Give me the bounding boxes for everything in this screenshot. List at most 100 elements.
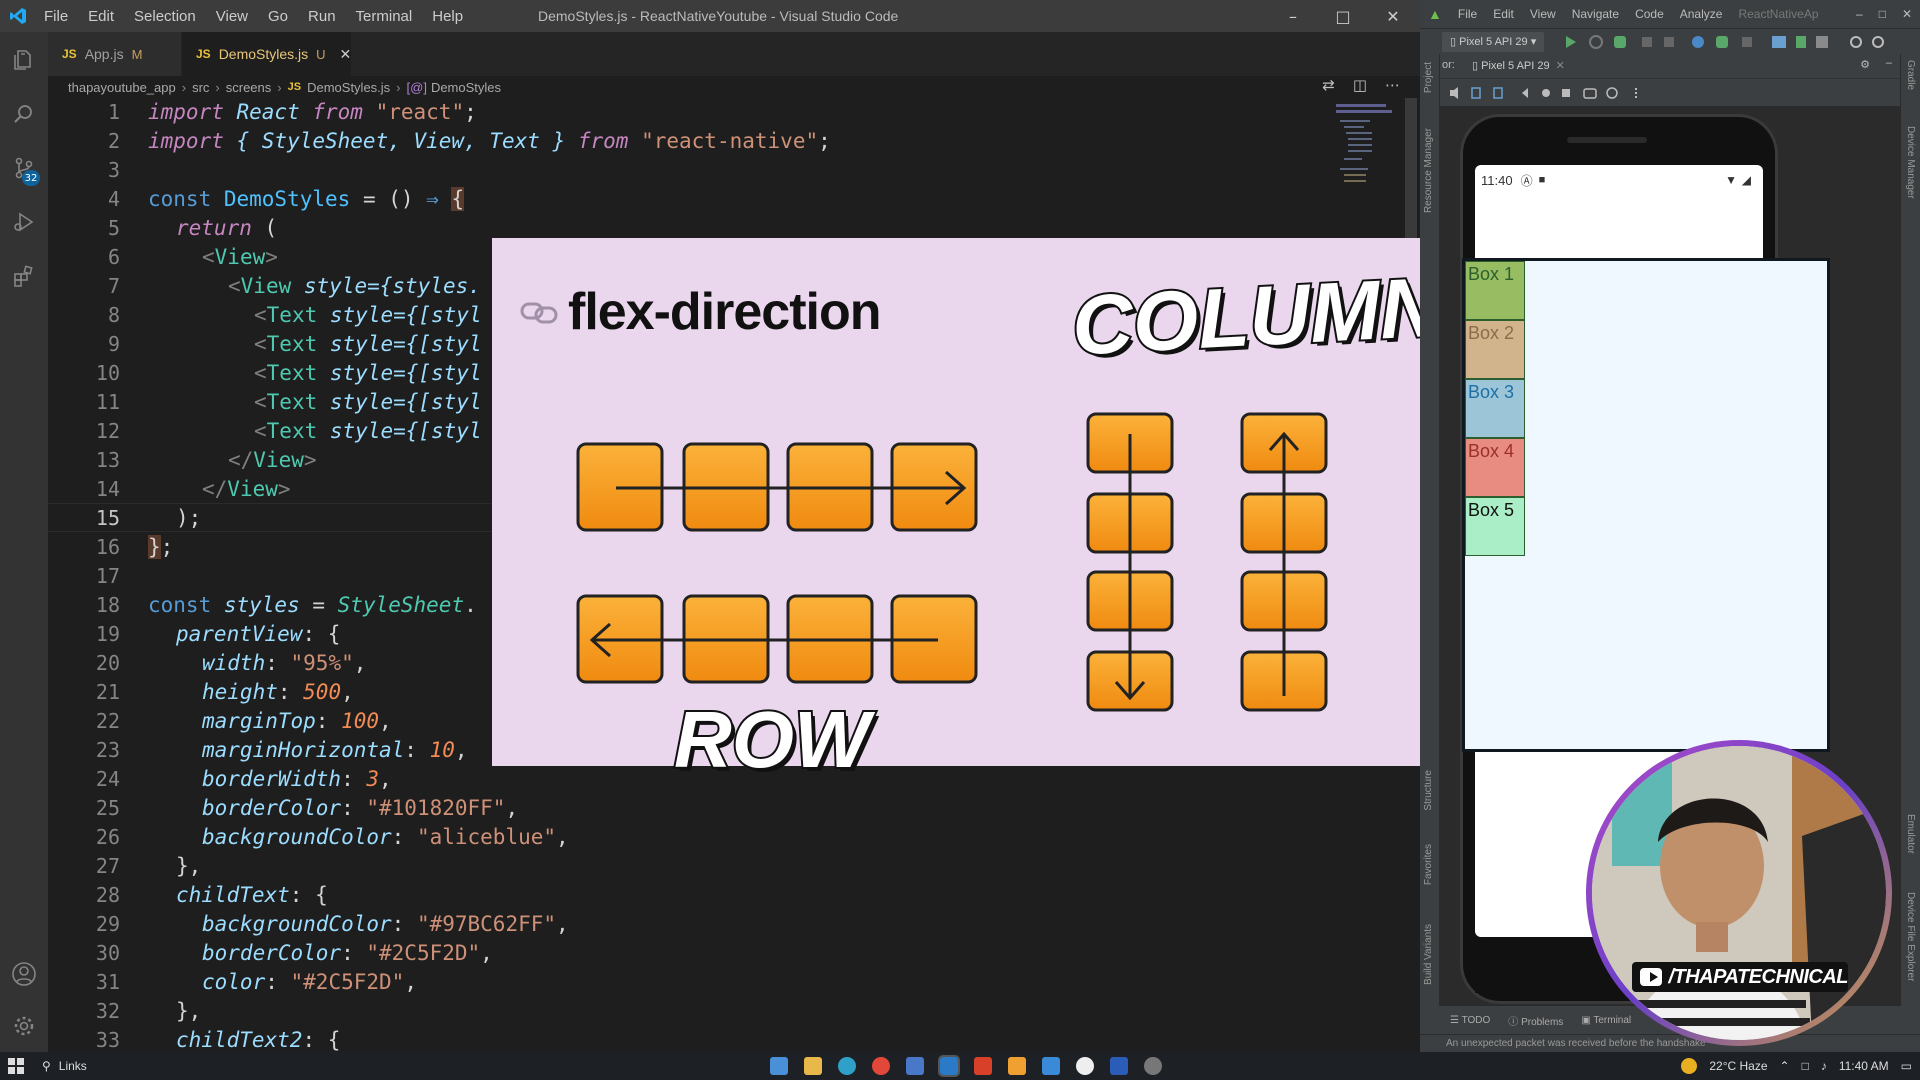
menu-view[interactable]: View xyxy=(206,8,258,25)
menu-edit[interactable]: Edit xyxy=(78,8,124,25)
explorer-icon[interactable] xyxy=(0,36,48,84)
menu-help[interactable]: Help xyxy=(422,8,473,25)
taskbar-search[interactable]: ⚲ Links xyxy=(42,1059,87,1073)
close-tab-icon[interactable]: ✕ xyxy=(340,46,352,63)
breadcrumb-item[interactable]: DemoStyles xyxy=(431,80,501,95)
code-token: style xyxy=(291,274,368,298)
notification-center-icon[interactable]: ▭ xyxy=(1901,1059,1912,1073)
run-debug-icon[interactable] xyxy=(0,198,48,246)
breadcrumb-item[interactable]: src xyxy=(192,80,209,95)
code-token: style xyxy=(317,303,394,327)
window-title: DemoStyles.js - ReactNativeYoutube - Vis… xyxy=(538,8,899,24)
studio-menu-file[interactable]: File xyxy=(1450,7,1485,21)
code-token: backgroundColor xyxy=(202,825,392,849)
editor-scrollbar[interactable] xyxy=(1405,98,1417,248)
child-box-label: Box 4 xyxy=(1468,441,1515,461)
menu-selection[interactable]: Selection xyxy=(124,8,206,25)
taskbar-clock[interactable]: 11:40 AM xyxy=(1839,1059,1889,1073)
mail-app-icon[interactable] xyxy=(770,1057,788,1075)
chevron-up-icon[interactable]: ⌃ xyxy=(1780,1059,1790,1073)
file-explorer-icon[interactable] xyxy=(804,1057,822,1075)
source-control-icon[interactable]: 32 xyxy=(0,144,48,192)
emulator-controls[interactable] xyxy=(1448,85,1688,101)
child-box-3: Box 3 xyxy=(1465,379,1525,438)
tab-app-js[interactable]: JS App.js M xyxy=(48,32,182,76)
code-token: DemoStyles xyxy=(223,187,351,211)
menu-terminal[interactable]: Terminal xyxy=(346,8,423,25)
taskbar-apps xyxy=(770,1052,1162,1080)
editor-tabs: JS App.js M JS DemoStyles.js U ✕ ⇄ ◫ ⋯ xyxy=(48,32,1420,94)
resource-manager-tab[interactable]: Resource Manager xyxy=(1423,128,1434,213)
device-manager-tab[interactable]: Device Manager xyxy=(1905,126,1916,199)
device-selector[interactable]: ▯ Pixel 5 API 29 ▾ xyxy=(1442,32,1545,52)
child-box-label: Box 3 xyxy=(1468,382,1515,402)
line-number: 9 xyxy=(107,332,120,356)
menu-run[interactable]: Run xyxy=(298,8,346,25)
studio-menu-edit[interactable]: Edit xyxy=(1485,7,1522,21)
obs-app-icon[interactable] xyxy=(1076,1057,1094,1075)
volume-icon[interactable]: ♪ xyxy=(1821,1059,1827,1073)
studio-menu-analyze[interactable]: Analyze xyxy=(1672,7,1731,21)
close-icon[interactable]: ✕ xyxy=(1894,7,1920,21)
close-tab-icon[interactable]: ✕ xyxy=(1556,60,1565,72)
debug-icon xyxy=(1614,36,1626,48)
emulator-tab-side[interactable]: Emulator xyxy=(1905,814,1916,854)
vscode-logo-icon[interactable] xyxy=(2,0,34,32)
build-variants-tab[interactable]: Build Variants xyxy=(1423,924,1434,985)
device-file-explorer-tab[interactable]: Device File Explorer xyxy=(1905,892,1916,981)
minimize-icon[interactable]: – xyxy=(1848,7,1871,21)
studio-menu-navigate[interactable]: Navigate xyxy=(1564,7,1627,21)
code-token: : xyxy=(265,970,291,994)
tab-demostyles-js[interactable]: JS DemoStyles.js U ✕ xyxy=(182,32,352,76)
emulator-tab[interactable]: ▯ Pixel 5 API 29 ✕ xyxy=(1472,59,1565,72)
studio-menu-code[interactable]: Code xyxy=(1627,7,1672,21)
youtube-handle-badge: /THAPATECHNICAL xyxy=(1632,962,1848,992)
search-icon[interactable] xyxy=(0,90,48,138)
breadcrumb-item[interactable]: DemoStyles.js xyxy=(307,80,390,95)
account-icon[interactable] xyxy=(0,950,48,998)
split-editor-icon[interactable]: ◫ xyxy=(1353,76,1367,94)
close-icon[interactable]: ✕ xyxy=(1368,0,1418,32)
chrome-browser-icon[interactable] xyxy=(872,1057,890,1075)
code-token: const xyxy=(148,187,224,211)
store-app-icon[interactable] xyxy=(906,1057,924,1075)
gear-icon[interactable]: ⚙ xyxy=(1860,58,1870,71)
minimize-panel-icon[interactable]: – xyxy=(1886,57,1892,69)
code-line: 30 borderColor: "#2C5F2D", xyxy=(48,939,1420,968)
more-actions-icon[interactable]: ⋯ xyxy=(1385,76,1400,94)
studio-menu-view[interactable]: View xyxy=(1522,7,1564,21)
minimap[interactable] xyxy=(1336,98,1394,198)
code-line: 33 childText2: { xyxy=(48,1026,1420,1052)
word-app-icon[interactable] xyxy=(1110,1057,1128,1075)
minimize-icon[interactable]: – xyxy=(1268,0,1318,32)
vscode-app-icon[interactable] xyxy=(938,1055,960,1077)
todo-tab[interactable]: ☰ TODO xyxy=(1450,1015,1490,1026)
gear-icon[interactable] xyxy=(0,1002,48,1050)
notes-app-icon[interactable] xyxy=(1042,1057,1060,1075)
windows-start-icon[interactable] xyxy=(0,1052,32,1080)
code-token: 100 xyxy=(341,709,380,733)
menu-file[interactable]: File xyxy=(34,8,78,25)
code-token: 10 xyxy=(429,738,455,762)
network-icon[interactable]: □ xyxy=(1802,1059,1809,1073)
child-box-1: Box 1 xyxy=(1465,261,1525,320)
project-panel-tab[interactable]: Project xyxy=(1423,62,1434,93)
favorites-tab[interactable]: Favorites xyxy=(1423,844,1434,885)
breadcrumb-item[interactable]: screens xyxy=(226,80,272,95)
problems-tab[interactable]: ⓘ Problems xyxy=(1508,1013,1563,1028)
compare-changes-icon[interactable]: ⇄ xyxy=(1322,76,1335,94)
breadcrumb-item[interactable]: thapayoutube_app xyxy=(68,80,176,95)
maximize-icon[interactable]: □ xyxy=(1318,0,1368,32)
extensions-icon[interactable] xyxy=(0,252,48,300)
office-app-icon[interactable] xyxy=(974,1057,992,1075)
terminal-tab[interactable]: ▣ Terminal xyxy=(1581,1015,1631,1026)
maximize-icon[interactable]: □ xyxy=(1871,7,1894,21)
gradle-tab[interactable]: Gradle xyxy=(1905,60,1916,90)
edge-browser-icon[interactable] xyxy=(838,1057,856,1075)
home-icon xyxy=(1542,89,1550,97)
sublime-app-icon[interactable] xyxy=(1008,1057,1026,1075)
settings-app-icon[interactable] xyxy=(1144,1057,1162,1075)
menu-go[interactable]: Go xyxy=(258,8,298,25)
weather-text[interactable]: 22°C Haze xyxy=(1709,1059,1767,1073)
structure-tab[interactable]: Structure xyxy=(1423,770,1434,811)
